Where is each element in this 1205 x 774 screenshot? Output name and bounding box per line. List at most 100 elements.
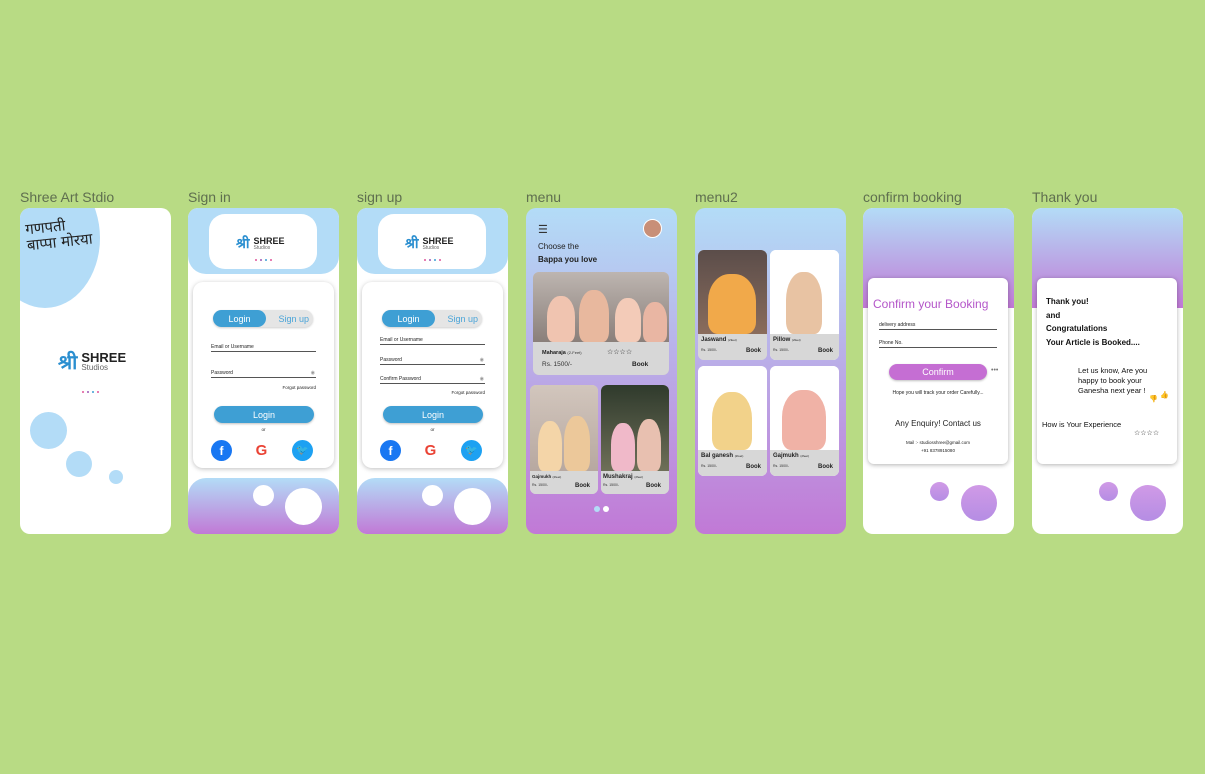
facebook-icon[interactable]: f xyxy=(211,440,232,461)
auth-toggle[interactable]: Login Sign up xyxy=(213,310,313,327)
product-price: Rs. 1500/- xyxy=(542,361,572,368)
avatar[interactable] xyxy=(643,219,662,238)
password-field[interactable]: Password ◉ xyxy=(211,370,316,378)
product-name-text: Gajmukh xyxy=(773,453,799,459)
tab-login[interactable]: Login xyxy=(382,310,435,327)
book-button[interactable]: Book xyxy=(818,464,833,470)
tab-signup[interactable]: Sign up xyxy=(447,310,478,327)
bubble-medium xyxy=(66,451,92,477)
eye-icon[interactable]: ◉ xyxy=(480,357,484,363)
product-info: Bal ganesh (2feet) Rs. 1500/- Book xyxy=(698,450,767,476)
eye-icon[interactable]: ◉ xyxy=(311,370,315,376)
book-button[interactable]: Book xyxy=(575,483,590,489)
contact-mail[interactable]: Mail :- studiosshree@gmail.com xyxy=(868,440,1008,445)
brand-sub: Studios xyxy=(81,363,109,372)
contact-phone[interactable]: +91 8378915080 xyxy=(868,448,1008,453)
address-input[interactable]: delivery address xyxy=(879,322,997,330)
product-card[interactable]: Gajmukh (2feet) Rs. 1500/- Book xyxy=(530,385,598,494)
tab-login[interactable]: Login xyxy=(213,310,266,327)
product-price: Rs. 1500/- xyxy=(773,348,790,352)
statue-shape xyxy=(615,298,641,342)
product-price: Rs. 1500/- xyxy=(701,464,718,468)
password-field[interactable]: Password ◉ xyxy=(380,357,485,365)
menu2-screen: Jaswand (2feet) Rs. 1500/- Book Pillow (… xyxy=(695,208,846,534)
product-name: Gajmukh (2feet) xyxy=(773,453,809,459)
product-price: Rs. 1500/- xyxy=(532,483,549,487)
twitter-icon[interactable]: 🐦 xyxy=(292,440,313,461)
featured-card[interactable]: Maharaja (2-Feet) ☆☆☆☆ Rs. 1500/- Book xyxy=(533,272,669,375)
product-card[interactable]: Gajmukh (2feet) Rs. 1500/- Book xyxy=(770,366,839,476)
product-card[interactable]: Pillow (2feet) Rs. 1500/- Book xyxy=(770,250,839,360)
twitter-icon[interactable]: 🐦 xyxy=(461,440,482,461)
product-size: (2feet) xyxy=(800,454,810,458)
decor-dot-small xyxy=(930,482,949,501)
page-indicator-active[interactable] xyxy=(594,506,600,512)
rating-stars-icon[interactable]: ☆☆☆☆ xyxy=(607,348,632,356)
login-button[interactable]: Login xyxy=(214,406,314,423)
booking-modal: Confirm your Booking delivery address Ph… xyxy=(868,278,1008,464)
logo-card: श्री SHREE Studios xyxy=(209,214,317,269)
confirm-button[interactable]: Confirm xyxy=(889,364,987,380)
facebook-icon[interactable]: f xyxy=(380,440,401,461)
statue-shape xyxy=(637,419,661,471)
brand-logo: श्री SHREE Studios xyxy=(405,234,454,253)
track-note: Hope you will track your order Carefully… xyxy=(892,390,984,396)
email-field[interactable]: Email or Username xyxy=(380,337,485,345)
statue-shape xyxy=(611,423,635,471)
book-button[interactable]: Book xyxy=(646,483,661,489)
book-button[interactable]: Book xyxy=(746,464,761,470)
rating-stars-icon[interactable]: ☆☆☆☆ xyxy=(1134,429,1159,437)
product-size: (2feet) xyxy=(734,454,744,458)
hamburger-menu-icon[interactable]: ☰ xyxy=(538,223,548,236)
experience-label: How is Your Experience xyxy=(1042,420,1122,429)
product-name-text: Gajmukh xyxy=(532,474,552,479)
frame-label-thanks: Thank you xyxy=(1032,189,1098,205)
product-size: (2feet) xyxy=(728,338,737,342)
eye-icon[interactable]: ◉ xyxy=(480,376,484,382)
more-options-icon[interactable]: ••• xyxy=(991,367,998,374)
devanagari-logo: गणपती बाप्पा मोरया xyxy=(24,216,94,255)
statue-shape xyxy=(782,390,826,450)
product-card[interactable]: Bal ganesh (2feet) Rs. 1500/- Book xyxy=(698,366,767,476)
frame-label-menu: menu xyxy=(526,189,562,205)
booking-title: Confirm your Booking xyxy=(873,297,989,311)
confirm-password-field[interactable]: Confirm Password ◉ xyxy=(380,376,485,384)
thanks-line: and xyxy=(1046,310,1061,320)
product-name: Jaswand (2feet) xyxy=(701,337,737,343)
shree-glyph: श्री xyxy=(236,236,250,252)
auth-toggle[interactable]: Login Sign up xyxy=(382,310,482,327)
thanks-line: Thank you! xyxy=(1046,297,1089,306)
product-image xyxy=(770,366,839,450)
forgot-password-link[interactable]: Forgot password xyxy=(282,385,316,390)
tab-signup[interactable]: Sign up xyxy=(278,310,309,327)
product-size: (2feet) xyxy=(552,475,562,479)
thumbs-down-icon[interactable]: 👎 xyxy=(1149,395,1158,403)
product-name: Pillow (2feet) xyxy=(773,337,801,343)
login-button[interactable]: Login xyxy=(383,406,483,423)
book-button[interactable]: Book xyxy=(818,348,833,354)
confirm-password-label: Confirm Password xyxy=(380,376,421,382)
featured-image xyxy=(533,272,669,342)
google-icon[interactable]: G xyxy=(251,440,272,461)
product-info: Jaswand (2feet) Rs. 1500/- Book xyxy=(698,334,767,360)
product-name-text: Maharaja xyxy=(542,350,566,356)
product-card[interactable]: Jaswand (2feet) Rs. 1500/- Book xyxy=(698,250,767,360)
email-field[interactable]: Email or Username xyxy=(211,344,316,352)
product-name-text: Jaswand xyxy=(701,337,727,343)
forgot-password-link[interactable]: Forgot password xyxy=(451,390,485,395)
thanks-modal: Thank you! and Congratulations Your Arti… xyxy=(1037,278,1177,464)
phone-input[interactable]: Phone No. xyxy=(879,340,997,348)
product-card[interactable]: Mushakraj (2feet) Rs. 1500/- Book xyxy=(601,385,669,494)
brand-logo: श्री SHREE Studios xyxy=(236,234,285,253)
menu-heading-line2: Bappa you love xyxy=(538,255,598,264)
product-image xyxy=(530,385,598,471)
book-button[interactable]: Book xyxy=(746,348,761,354)
google-icon[interactable]: G xyxy=(420,440,441,461)
decor-dot-small xyxy=(1099,482,1118,501)
product-info: Gajmukh (2feet) Rs. 1500/- Book xyxy=(770,450,839,476)
thumbs-up-icon[interactable]: 👍 xyxy=(1160,391,1169,399)
book-button[interactable]: Book xyxy=(632,361,648,368)
page-indicator[interactable] xyxy=(603,506,609,512)
menu-screen: ☰ Choose the Bappa you love Maharaja (2-… xyxy=(526,208,677,534)
footer-dot-small xyxy=(422,485,443,506)
